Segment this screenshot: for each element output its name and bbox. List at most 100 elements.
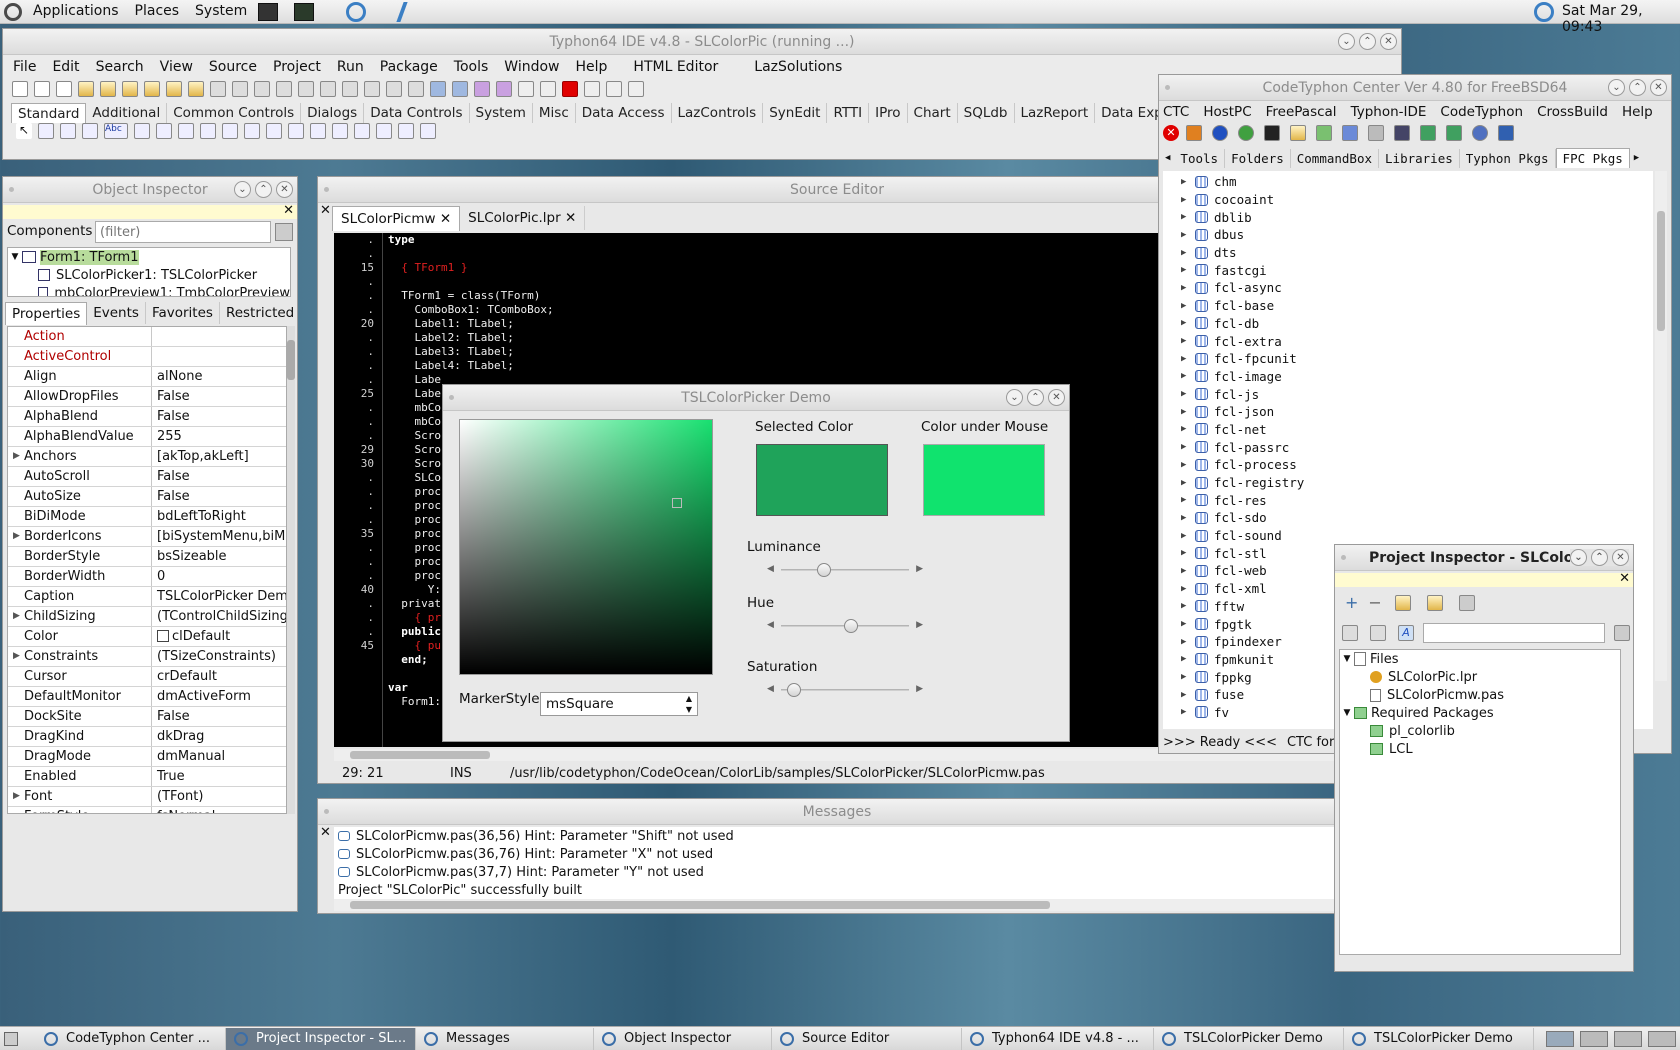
taskbar-item[interactable]: Typhon64 IDE v4.8 - ... (962, 1027, 1154, 1050)
label-icon[interactable]: Abc (104, 123, 128, 139)
property-row[interactable]: DragKind dkDrag (8, 727, 286, 747)
inspect-icon[interactable] (408, 81, 424, 97)
tab-favorites[interactable]: Favorites (146, 302, 220, 324)
close-button[interactable]: ✕ (1612, 549, 1629, 566)
new-file-icon[interactable] (12, 81, 28, 97)
close-button[interactable]: ✕ (276, 181, 293, 198)
expand-icon[interactable]: ▶ (1181, 283, 1195, 293)
package-node[interactable]: ▶ fcl-sound (1181, 527, 1653, 545)
property-value[interactable]: (TSizeConstraints) (152, 647, 286, 666)
checkbox-icon[interactable] (200, 123, 216, 139)
menu-view[interactable]: View (160, 59, 193, 75)
edit-icon[interactable] (134, 123, 150, 139)
tray-typhon-icon[interactable] (1534, 2, 1554, 22)
property-value[interactable]: False (152, 487, 286, 506)
property-row[interactable]: AutoSize False (8, 487, 286, 507)
package-node[interactable]: ▶ fcl-json (1181, 403, 1653, 421)
property-value[interactable]: bsSizeable (152, 547, 286, 566)
main-menu-icon[interactable] (38, 123, 54, 139)
hue-slider[interactable]: ◀ ▶ (765, 619, 925, 633)
filter-icon[interactable] (275, 223, 293, 241)
ctc-menu-help[interactable]: Help (1622, 104, 1653, 120)
palette-tab-data-access[interactable]: Data Access (576, 103, 672, 123)
components-filter-input[interactable] (95, 221, 271, 243)
expand-icon[interactable]: ▶ (1181, 654, 1195, 664)
expand-icon[interactable]: ▶ (1181, 177, 1195, 187)
expand-icon[interactable]: ▶ (1181, 495, 1195, 505)
property-value[interactable] (152, 327, 286, 346)
property-value[interactable]: dmManual (152, 747, 286, 766)
tree-node-form1[interactable]: ▼ Form1: TForm1 (8, 248, 290, 266)
expand-icon[interactable]: ▶ (13, 447, 20, 466)
close-file-icon[interactable] (166, 81, 182, 97)
network-icon[interactable] (1472, 125, 1488, 141)
expand-icon[interactable]: ▶ (1181, 531, 1195, 541)
settings-icon[interactable] (1394, 125, 1410, 141)
settings-icon[interactable] (1458, 594, 1475, 611)
project-options-icon[interactable] (276, 81, 292, 97)
show-desktop-icon[interactable] (4, 1032, 18, 1046)
menu-run[interactable]: Run (337, 59, 364, 75)
minimize-button[interactable]: ⌄ (1006, 389, 1023, 406)
property-value[interactable]: (TControlChildSizing) (152, 607, 286, 626)
frame-icon[interactable] (398, 123, 414, 139)
property-value[interactable]: TSLColorPicker Demo (152, 587, 286, 606)
menu-help[interactable]: Help (576, 59, 608, 75)
options-icon[interactable] (1394, 594, 1411, 611)
pkg-vscrollbar[interactable] (1655, 171, 1667, 681)
terminal-icon[interactable] (1264, 125, 1280, 141)
property-value[interactable]: bdLeftToRight (152, 507, 286, 526)
taskbar-item[interactable]: TSLColorPicker Demo (1344, 1027, 1534, 1050)
cpu64-icon[interactable] (1498, 125, 1514, 141)
palette-tab-data-controls[interactable]: Data Controls (364, 103, 470, 123)
popup-menu-icon[interactable] (60, 123, 76, 139)
tab-slcolorpicmw[interactable]: SLColorPicmw ✕ (332, 205, 461, 231)
expand-icon[interactable]: ▶ (1181, 478, 1195, 488)
expand-icon[interactable]: ▶ (1181, 566, 1195, 576)
expand-icon[interactable]: ▼ (1340, 654, 1354, 664)
package-node[interactable]: ▶ fcl-res (1181, 491, 1653, 509)
property-row[interactable]: Cursor crDefault (8, 667, 286, 687)
property-row[interactable]: Align alNone (8, 367, 286, 387)
tree-node-files[interactable]: ▼ Files (1340, 650, 1620, 668)
expand-icon[interactable]: ▶ (1181, 637, 1195, 647)
tree-node-file[interactable]: SLColorPic.lpr (1340, 668, 1620, 686)
palette-tab-standard[interactable]: Standard (11, 103, 87, 123)
taskbar-item[interactable]: TSLColorPicker Demo (1154, 1027, 1344, 1050)
messages-hscrollbar[interactable] (334, 899, 1356, 911)
menu-package[interactable]: Package (380, 59, 438, 75)
new-form-icon[interactable] (56, 81, 72, 97)
tree-view-icon[interactable] (1370, 625, 1386, 641)
ctc-tab-folders[interactable]: Folders (1225, 148, 1291, 168)
message-item[interactable]: SLColorPicmw.pas(36,76) Hint: Parameter … (334, 845, 1356, 863)
property-row[interactable]: Color clDefault (8, 627, 286, 647)
package-node[interactable]: ▶ fcl-sdo (1181, 509, 1653, 527)
marker-style-select[interactable]: msSquare ▲ ▼ (540, 692, 698, 716)
tree-node-required-packages[interactable]: ▼ Required Packages (1340, 704, 1620, 722)
project-filter-input[interactable] (1423, 623, 1605, 643)
exit-icon[interactable]: ✕ (1163, 125, 1179, 141)
maximize-button[interactable]: ⌃ (255, 181, 272, 198)
expand-icon[interactable]: ▶ (13, 607, 20, 626)
save-all-icon[interactable] (144, 81, 160, 97)
tree-node-package[interactable]: pl_colorlib (1340, 722, 1620, 740)
expand-icon[interactable]: ▶ (1181, 407, 1195, 417)
package-node[interactable]: ▶ chm (1181, 173, 1653, 191)
close-icon[interactable]: ✕ (283, 203, 294, 218)
toggle-box-icon[interactable] (178, 123, 194, 139)
toggle-form-icon[interactable] (254, 81, 270, 97)
tab-properties[interactable]: Properties (5, 301, 88, 325)
ctc-menu-ctc[interactable]: CTC (1163, 104, 1189, 120)
palette-tab-synedit[interactable]: SynEdit (763, 103, 828, 123)
expand-icon[interactable]: ▶ (1181, 460, 1195, 470)
clock[interactable]: Sat Mar 29, 09:43 (1562, 3, 1680, 35)
tree-node-slcolorpicker1[interactable]: SLColorPicker1: TSLColorPicker (8, 266, 290, 284)
object-inspector-title-bar[interactable]: Object Inspector ⌄ ⌃ ✕ (3, 177, 297, 203)
stop-icon[interactable] (562, 81, 578, 97)
codetyphon-launcher-icon[interactable] (396, 2, 418, 22)
taskbar-item[interactable]: Source Editor (772, 1027, 962, 1050)
workspace-4[interactable] (1648, 1031, 1676, 1047)
close-icon[interactable]: ✕ (1619, 571, 1630, 586)
expand-icon[interactable]: ▶ (1181, 513, 1195, 523)
package-node[interactable]: ▶ fcl-image (1181, 368, 1653, 386)
